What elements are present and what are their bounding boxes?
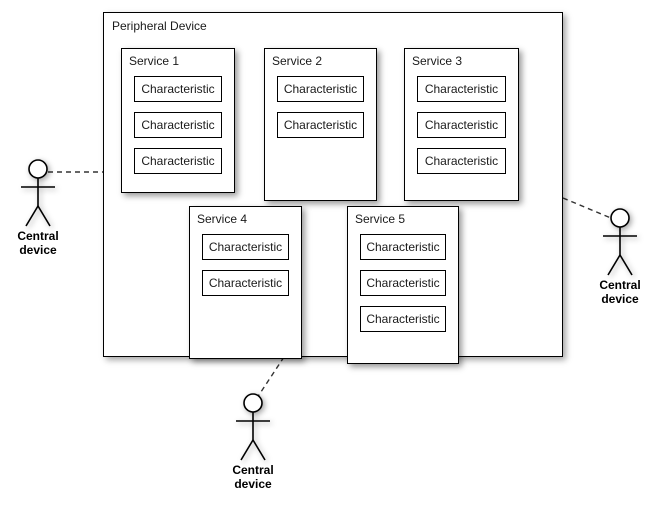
- actor-label-line2: device: [234, 477, 272, 491]
- characteristic-box[interactable]: Characteristic: [360, 270, 446, 296]
- actor-label-line1: Central: [599, 278, 641, 292]
- characteristic-box[interactable]: Characteristic: [277, 76, 364, 102]
- peripheral-device-label: Peripheral Device: [112, 19, 207, 33]
- actor-label-line2: device: [601, 292, 639, 306]
- actor-central-device-right[interactable]: Central device: [572, 207, 656, 306]
- actor-label-line1: Central: [232, 463, 274, 477]
- actor-stick-figure-icon: [603, 208, 637, 276]
- characteristic-list-1: Characteristic Characteristic Characteri…: [134, 76, 222, 184]
- diagram-canvas: Peripheral Device Service 1 Characterist…: [0, 0, 656, 508]
- characteristic-box[interactable]: Characteristic: [417, 76, 506, 102]
- service-box-3[interactable]: Service 3 Characteristic Characteristic …: [404, 48, 519, 201]
- characteristic-box[interactable]: Characteristic: [134, 148, 222, 174]
- characteristic-box[interactable]: Characteristic: [202, 270, 289, 296]
- service-box-1[interactable]: Service 1 Characteristic Characteristic …: [121, 48, 235, 193]
- actor-central-device-left[interactable]: Central device: [0, 158, 86, 257]
- characteristic-list-2: Characteristic Characteristic: [277, 76, 364, 148]
- characteristic-box[interactable]: Characteristic: [417, 112, 506, 138]
- service-title-4: Service 4: [197, 212, 248, 226]
- characteristic-box[interactable]: Characteristic: [134, 112, 222, 138]
- characteristic-box[interactable]: Characteristic: [360, 306, 446, 332]
- characteristic-box[interactable]: Characteristic: [202, 234, 289, 260]
- service-title-2: Service 2: [272, 54, 323, 68]
- service-box-5[interactable]: Service 5 Characteristic Characteristic …: [347, 206, 459, 364]
- characteristic-list-5: Characteristic Characteristic Characteri…: [360, 234, 446, 342]
- actor-label-bottom: Central device: [205, 463, 301, 491]
- actor-stick-figure-icon: [236, 393, 270, 461]
- actor-central-device-bottom[interactable]: Central device: [205, 392, 301, 491]
- actor-label-left: Central device: [0, 229, 86, 257]
- peripheral-device-box[interactable]: Peripheral Device Service 1 Characterist…: [103, 12, 563, 364]
- actor-label-line2: device: [19, 243, 57, 257]
- actor-stick-figure-icon: [21, 159, 55, 227]
- characteristic-list-3: Characteristic Characteristic Characteri…: [417, 76, 506, 184]
- actor-label-right: Central device: [572, 278, 656, 306]
- service-title-5: Service 5: [355, 212, 406, 226]
- characteristic-box[interactable]: Characteristic: [277, 112, 364, 138]
- service-box-4[interactable]: Service 4 Characteristic Characteristic: [189, 206, 302, 359]
- service-box-2[interactable]: Service 2 Characteristic Characteristic: [264, 48, 377, 201]
- service-title-1: Service 1: [129, 54, 180, 68]
- characteristic-list-4: Characteristic Characteristic: [202, 234, 289, 306]
- characteristic-box[interactable]: Characteristic: [360, 234, 446, 260]
- service-title-3: Service 3: [412, 54, 463, 68]
- characteristic-box[interactable]: Characteristic: [417, 148, 506, 174]
- actor-label-line1: Central: [17, 229, 59, 243]
- characteristic-box[interactable]: Characteristic: [134, 76, 222, 102]
